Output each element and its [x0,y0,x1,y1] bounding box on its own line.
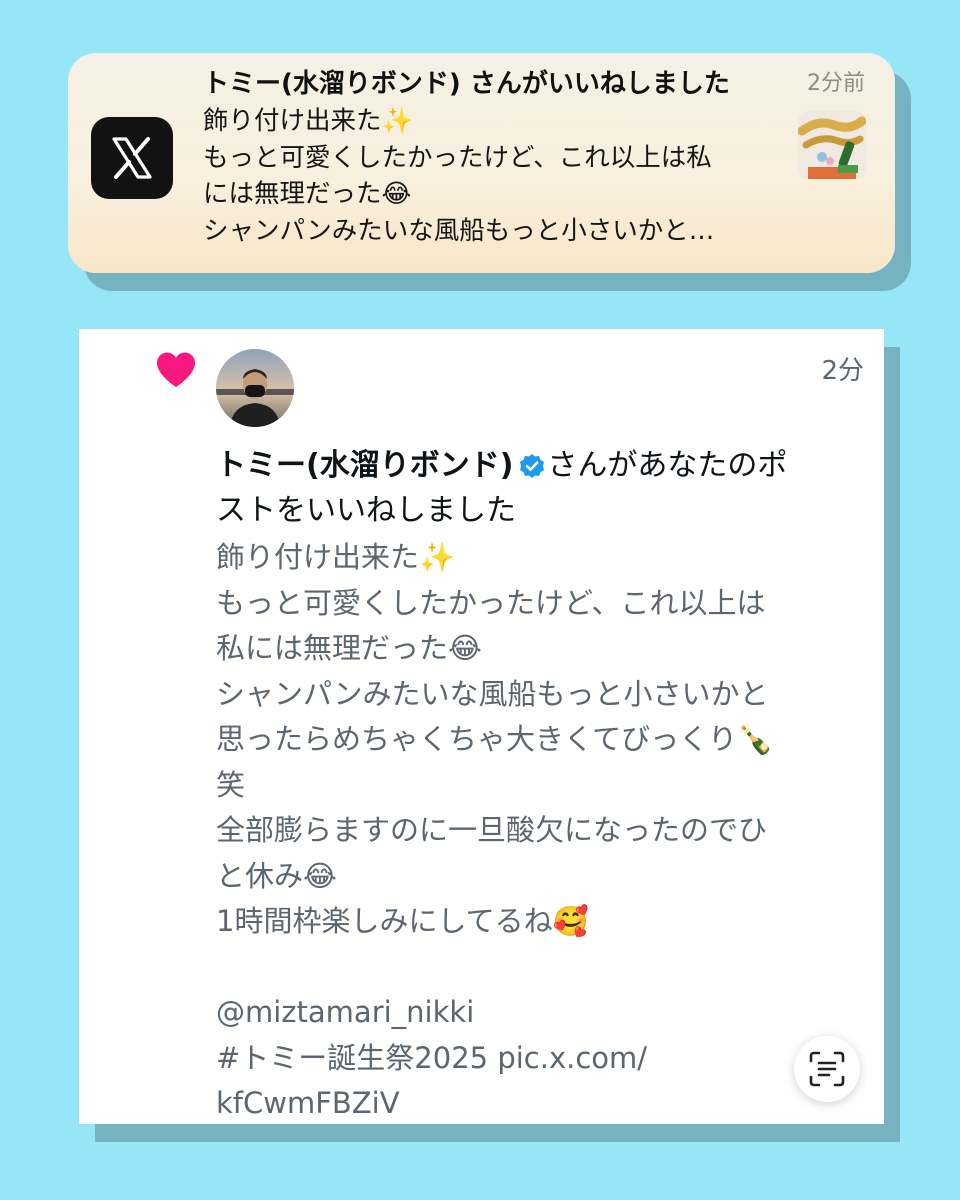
like-title: トミー(水溜りボンド) さんがあなたのポ ストをいいねしました [216,443,856,533]
like-time: 2分 [821,356,864,386]
verified-badge-icon [520,454,545,478]
post-line: 笑 [216,767,246,802]
birthday-balloons-thumbnail[interactable] [798,111,866,179]
like-notification-card[interactable]: 2分 トミー(水溜りボンド) さんがあなたのポ ストをいいねしました 飾り付け出… [79,329,884,1124]
live-text-icon [809,1051,845,1087]
post-line: 飾り付け出来た✨ [216,540,456,574]
like-action-text: ストをいいねしました [216,493,516,528]
post-line: 思ったらめちゃくちゃ大きくてびっくり🍾 [216,722,774,756]
notification-line: もっと可愛くしたかったけど、これ以上は私 [203,142,712,173]
hashtag-link[interactable]: #トミー誕生祭2025 pic.x.com/ [216,1036,856,1082]
notification-title: トミー(水溜りボンド) さんがいいねしました [203,69,730,99]
post-line: 全部膨らますのに一旦酸欠になったのでひ [216,813,768,847]
mention-link[interactable]: @miztamari_nikki [216,990,856,1036]
notification-time: 2分前 [807,71,865,96]
notification-line: 飾り付け出来た✨ [203,106,414,136]
live-text-button[interactable] [794,1036,860,1102]
notification-line: には無理だった😂 [203,179,412,209]
post-line: 私には無理だった😂 [216,631,482,665]
post-text: 飾り付け出来た✨ もっと可愛くしたかったけど、これ以上は 私には無理だった😂 シ… [216,535,856,1127]
post-line: シャンパンみたいな風船もっと小さいかと [216,676,769,711]
like-action-text: さんがあなたのポ [547,448,788,483]
post-line [216,945,856,991]
media-link[interactable]: kfCwmFBZiV [216,1081,856,1127]
notification-banner[interactable]: トミー(水溜りボンド) さんがいいねしました 2分前 飾り付け出来た✨ もっと可… [68,53,895,273]
notification-body: 飾り付け出来た✨ もっと可愛くしたかったけど、これ以上は私 には無理だった😂 シ… [203,103,783,249]
user-avatar[interactable] [216,349,294,427]
x-logo-icon [91,117,173,199]
user-name[interactable]: トミー(水溜りボンド) [216,448,513,483]
notification-line: シャンパンみたいな風船もっと小さいかと… [203,215,715,246]
post-line: と休み😂 [216,858,337,893]
post-line: 1時間枠楽しみにしてるね🥰 [216,904,589,938]
heart-icon [157,352,195,387]
post-line: もっと可愛くしたかったけど、これ以上は [216,585,766,620]
